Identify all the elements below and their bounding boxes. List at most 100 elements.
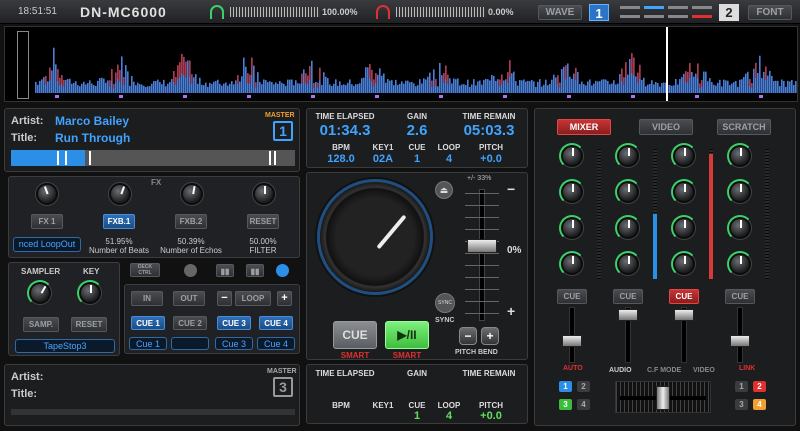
cue3-slot[interactable]: Cue 3 bbox=[215, 337, 253, 350]
pitch-bend-minus-button[interactable]: − bbox=[459, 327, 477, 345]
loop-minus-button[interactable]: − bbox=[217, 291, 232, 306]
key-knob[interactable] bbox=[77, 280, 103, 306]
cue2-slot[interactable] bbox=[171, 337, 209, 350]
cue4-button[interactable]: CUE 4 bbox=[259, 316, 293, 330]
ch1-fader-cap[interactable] bbox=[562, 335, 582, 347]
waveform-scroll-handle[interactable] bbox=[17, 31, 29, 99]
pause-right-button[interactable]: ▮▮ bbox=[246, 264, 264, 277]
ch4-gain-knob[interactable] bbox=[727, 143, 753, 169]
mixer-tab[interactable]: MIXER bbox=[557, 119, 611, 135]
waveform-overview[interactable] bbox=[4, 26, 798, 102]
loop-out-button[interactable]: OUT bbox=[173, 291, 205, 306]
crossfader[interactable] bbox=[615, 381, 711, 413]
fx-knob-1[interactable] bbox=[36, 183, 58, 205]
right-deck-3[interactable]: 3 bbox=[735, 399, 748, 410]
ch3-mid-knob[interactable] bbox=[671, 215, 697, 241]
pitch-fader-cap[interactable] bbox=[467, 239, 497, 253]
deck-left-indicator[interactable]: 1 bbox=[589, 4, 609, 21]
right-deck-4[interactable]: 4 bbox=[753, 399, 766, 410]
sampler-slot[interactable]: TapeStop3 bbox=[15, 339, 115, 353]
waveform-bar bbox=[713, 84, 715, 93]
volume-meter-left[interactable] bbox=[230, 7, 320, 17]
play-pause-button[interactable]: ▶/II bbox=[385, 321, 429, 349]
ch2-mid-knob[interactable] bbox=[615, 215, 641, 241]
headphone-right-icon[interactable] bbox=[376, 5, 390, 19]
ch3-low-knob[interactable] bbox=[671, 251, 697, 277]
ch4-fader-cap[interactable] bbox=[730, 335, 750, 347]
loop-in-button[interactable]: IN bbox=[131, 291, 163, 306]
ch2-gain-knob[interactable] bbox=[615, 143, 641, 169]
sampler-knob[interactable] bbox=[27, 280, 53, 306]
cue2-button[interactable]: CUE 2 bbox=[173, 316, 207, 330]
pitch-bend-plus-button[interactable]: + bbox=[481, 327, 499, 345]
waveform-bar bbox=[269, 81, 271, 93]
ch1-high-knob[interactable] bbox=[559, 179, 585, 205]
right-deck-2[interactable]: 2 bbox=[753, 381, 766, 392]
ch1-mid-knob[interactable] bbox=[559, 215, 585, 241]
ch2-low-knob[interactable] bbox=[615, 251, 641, 277]
left-deck-1[interactable]: 1 bbox=[559, 381, 572, 392]
fx1-button[interactable]: FX 1 bbox=[31, 214, 63, 229]
fx-knob-4[interactable] bbox=[253, 183, 275, 205]
fxb2-button[interactable]: FXB.2 bbox=[175, 214, 207, 229]
sampler-reset-button[interactable]: RESET bbox=[71, 317, 107, 332]
scratch-tab[interactable]: SCRATCH bbox=[717, 119, 771, 135]
deck3-mini-waveform[interactable] bbox=[11, 409, 295, 415]
cue1-button[interactable]: CUE 1 bbox=[131, 316, 165, 330]
waveform-bar bbox=[133, 81, 135, 93]
deck-layout-selector[interactable] bbox=[618, 5, 712, 20]
ch2-fader-cap[interactable] bbox=[618, 309, 638, 321]
volume-left-value: 100.00% bbox=[322, 7, 358, 17]
left-deck-3[interactable]: 3 bbox=[559, 399, 572, 410]
fxb1-button[interactable]: FXB.1 bbox=[103, 214, 135, 229]
loop-plus-button[interactable]: + bbox=[277, 291, 292, 306]
crossfader-cap[interactable] bbox=[656, 386, 670, 410]
samp-button[interactable]: SAMP. bbox=[23, 317, 59, 332]
volume-meter-right[interactable] bbox=[396, 7, 486, 17]
wave-button[interactable]: WAVE bbox=[538, 5, 582, 20]
cue3-button[interactable]: CUE 3 bbox=[217, 316, 251, 330]
left-deck-4[interactable]: 4 bbox=[577, 399, 590, 410]
ch3-fader-cap[interactable] bbox=[674, 309, 694, 321]
waveform-bar bbox=[65, 79, 67, 93]
fx-knob-2[interactable] bbox=[109, 183, 131, 205]
ch3-gain-knob[interactable] bbox=[671, 143, 697, 169]
ch4-mid-knob[interactable] bbox=[727, 215, 753, 241]
fx-knob-3[interactable] bbox=[181, 183, 203, 205]
ch4-low-knob[interactable] bbox=[727, 251, 753, 277]
artist-label: Artist: bbox=[11, 115, 44, 127]
deck3-number-badge[interactable]: 3 bbox=[273, 377, 293, 397]
font-button[interactable]: FONT bbox=[748, 5, 792, 20]
headphone-left-icon[interactable] bbox=[210, 5, 224, 19]
deck-right-indicator[interactable]: 2 bbox=[719, 4, 739, 21]
loop-length-button[interactable]: LOOP bbox=[235, 291, 271, 306]
ch1-cue-button[interactable]: CUE bbox=[557, 289, 587, 304]
master-label: MASTER bbox=[265, 112, 295, 119]
ch1-low-knob[interactable] bbox=[559, 251, 585, 277]
deck-number-badge[interactable]: 1 bbox=[273, 121, 293, 141]
ch3-cue-button[interactable]: CUE bbox=[669, 289, 699, 304]
waveform-bar bbox=[779, 86, 781, 93]
fx-preset-slot[interactable]: nced LoopOut bbox=[13, 237, 81, 252]
ch2-high-knob[interactable] bbox=[615, 179, 641, 205]
cue4-slot[interactable]: Cue 4 bbox=[257, 337, 295, 350]
track-mini-waveform[interactable] bbox=[11, 150, 295, 166]
eject-icon[interactable]: ⏏ bbox=[435, 181, 453, 199]
globe-icon[interactable] bbox=[276, 264, 289, 277]
fx-reset-button[interactable]: RESET bbox=[247, 214, 279, 229]
sync-button[interactable]: SYNC bbox=[435, 293, 455, 313]
pause-left-button[interactable]: ▮▮ bbox=[216, 264, 234, 277]
ch4-cue-button[interactable]: CUE bbox=[725, 289, 755, 304]
right-deck-1[interactable]: 1 bbox=[735, 381, 748, 392]
cue-transport-button[interactable]: CUE bbox=[333, 321, 377, 349]
cue1-slot[interactable]: Cue 1 bbox=[129, 337, 167, 350]
ch1-gain-knob[interactable] bbox=[559, 143, 585, 169]
record-icon[interactable] bbox=[184, 264, 197, 277]
left-deck-2[interactable]: 2 bbox=[577, 381, 590, 392]
ch3-high-knob[interactable] bbox=[671, 179, 697, 205]
ch4-high-knob[interactable] bbox=[727, 179, 753, 205]
video-tab[interactable]: VIDEO bbox=[639, 119, 693, 135]
ch2-cue-button[interactable]: CUE bbox=[613, 289, 643, 304]
jog-wheel[interactable] bbox=[317, 179, 433, 295]
deck-ctrl-button[interactable]: DECK CTRL bbox=[130, 263, 160, 277]
